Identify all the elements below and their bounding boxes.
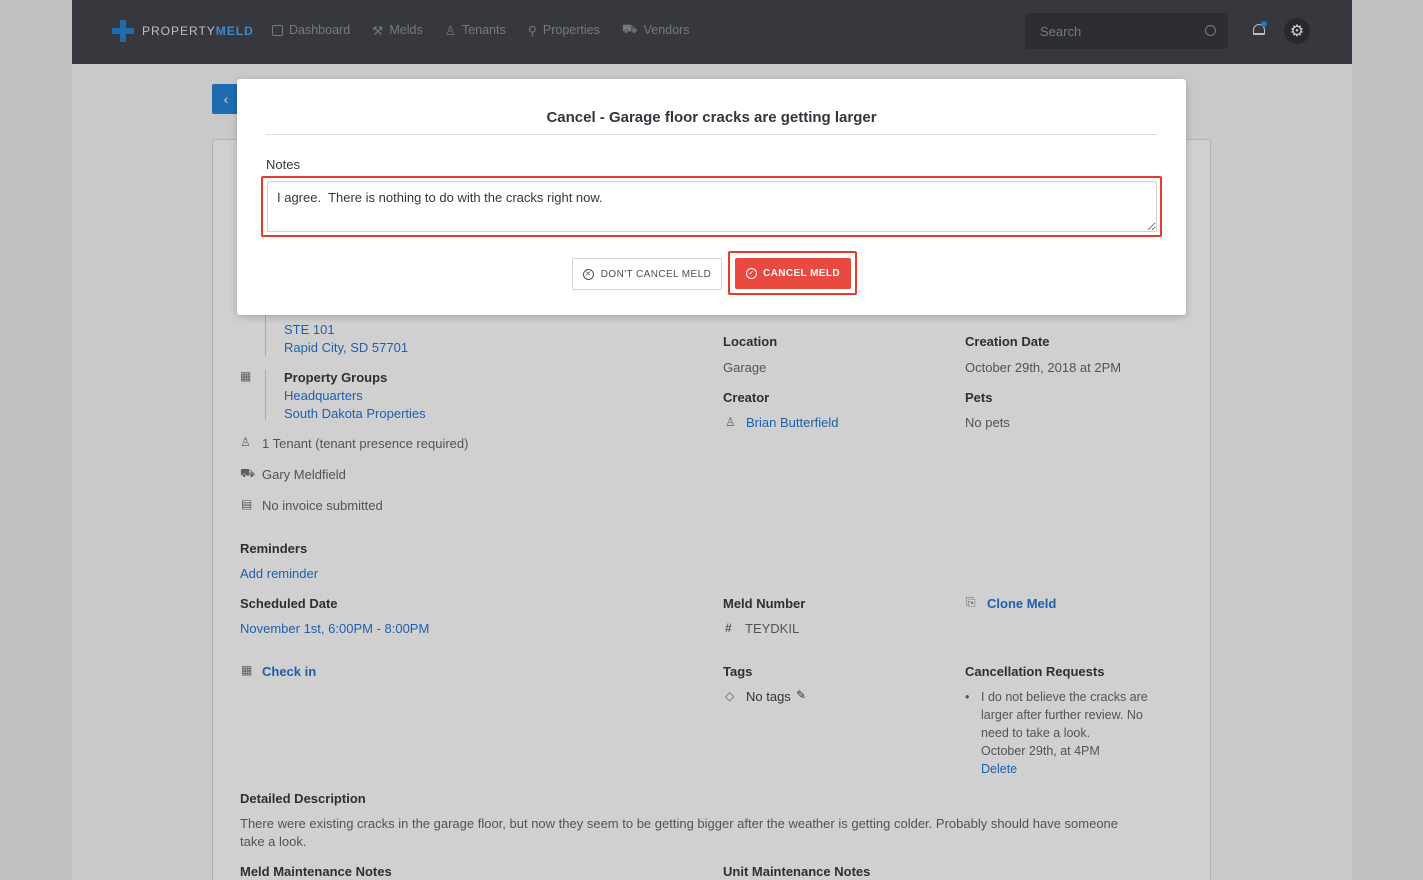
truck-icon: ⛟ — [240, 466, 256, 480]
address-city[interactable]: Rapid City, SD 57701 — [284, 340, 408, 355]
cancel-meld-modal: Cancel - Garage floor cracks are getting… — [237, 79, 1186, 315]
search-icon[interactable] — [1205, 25, 1216, 36]
cancel-request-line-3: need to take a look. — [981, 726, 1091, 740]
logo[interactable]: PROPERTYMELD — [112, 20, 254, 42]
tenant-text[interactable]: 1 Tenant (tenant presence required) — [262, 436, 468, 451]
vendor-text[interactable]: Gary Meldfield — [262, 467, 346, 482]
cancel-request-line-2: larger after further review. No — [981, 708, 1143, 722]
tags-label: Tags — [723, 664, 753, 679]
detailed-description-label: Detailed Description — [240, 791, 366, 806]
cancel-request-delete-link[interactable]: Delete — [981, 760, 1017, 778]
address-divider — [265, 310, 266, 356]
pencil-icon[interactable]: ✎ — [796, 688, 806, 702]
tag-icon: ◇ — [725, 689, 735, 703]
creator-link[interactable]: Brian Butterfield — [746, 415, 839, 430]
check-circle-icon: ✓ — [746, 268, 757, 279]
modal-title: Cancel - Garage floor cracks are getting… — [546, 109, 877, 126]
cancellation-requests-label: Cancellation Requests — [965, 664, 1105, 679]
location-value: Garage — [723, 360, 767, 375]
unit-maintenance-notes-label: Unit Maintenance Notes — [723, 864, 871, 879]
truck-icon: ⛟ — [621, 22, 638, 36]
user-icon: ♙ — [240, 435, 251, 449]
meld-number-label: Meld Number — [723, 596, 806, 611]
creation-date-label: Creation Date — [965, 334, 1050, 349]
tools-icon: ⚒ — [372, 23, 384, 38]
pets-value: No pets — [965, 415, 1010, 430]
calendar-icon: ▦ — [241, 663, 253, 677]
clone-icon: ⎘ — [966, 595, 976, 609]
notification-dot — [1261, 21, 1267, 27]
bullet: • — [965, 690, 970, 704]
creator-label: Creator — [723, 390, 770, 405]
notification-bell-icon[interactable] — [1252, 21, 1267, 38]
settings-gear-icon[interactable]: ⚙ — [1284, 18, 1310, 44]
search-box — [1025, 13, 1228, 49]
main-nav: Dashboard ⚒ Melds ♙ Tenants ⚲ Properties ⛟ V… — [272, 22, 689, 38]
nav-melds[interactable]: ⚒ Melds — [372, 22, 423, 38]
invoice-icon: ▤ — [241, 497, 253, 511]
address-line-2[interactable]: STE 101 — [284, 322, 335, 337]
meld-maintenance-notes-label: Meld Maintenance Notes — [240, 864, 392, 879]
user-icon: ♙ — [725, 415, 736, 429]
notes-textarea[interactable]: I agree. There is nothing to do with the… — [267, 181, 1157, 232]
add-reminder-link[interactable]: Add reminder — [240, 566, 318, 581]
scheduled-date-label: Scheduled Date — [240, 596, 338, 611]
x-circle-icon: ✕ — [582, 268, 594, 280]
meld-number-value: TEYDKIL — [745, 621, 800, 636]
cancel-meld-button[interactable]: ✓ CANCEL MELD — [735, 258, 851, 289]
logo-icon — [112, 20, 134, 42]
dashboard-icon — [272, 24, 283, 36]
property-group-link[interactable]: Headquarters — [284, 388, 363, 403]
creation-date-value: October 29th, 2018 at 2PM — [965, 360, 1122, 375]
property-groups-label: Property Groups — [284, 370, 388, 385]
property-group-link[interactable]: South Dakota Properties — [284, 406, 426, 421]
detailed-description-line-1: There were existing cracks in the garage… — [240, 816, 1119, 831]
cancel-request-line-1: I do not believe the cracks are — [981, 690, 1148, 704]
building-icon: ▦ — [240, 369, 252, 383]
top-navbar: PROPERTYMELD Dashboard ⚒ Melds ♙ Tenants ⚲… — [72, 0, 1352, 64]
nav-tenants[interactable]: ♙ Tenants — [445, 22, 506, 38]
nav-vendors[interactable]: ⛟ Vendors — [622, 22, 690, 38]
detailed-description-line-2: take a look. — [240, 834, 307, 849]
logo-text: PROPERTYMELD — [142, 24, 254, 38]
check-in-link[interactable]: Check in — [262, 664, 316, 679]
clone-meld-link[interactable]: Clone Meld — [987, 596, 1056, 611]
modal-divider — [266, 134, 1157, 135]
tags-value: No tags — [746, 689, 791, 704]
nav-properties[interactable]: ⚲ Properties — [528, 22, 600, 38]
user-icon: ♙ — [444, 23, 456, 38]
invoice-text: No invoice submitted — [262, 498, 383, 513]
notes-label: Notes — [266, 157, 300, 172]
scheduled-date-link[interactable]: November 1st, 6:00PM - 8:00PM — [240, 621, 429, 636]
hash-icon: # — [725, 621, 732, 635]
groups-divider — [265, 370, 266, 420]
pets-label: Pets — [965, 390, 993, 405]
search-input[interactable] — [1025, 13, 1228, 49]
dont-cancel-meld-button[interactable]: ✕ DON'T CANCEL MELD — [572, 258, 722, 290]
reminders-label: Reminders — [240, 541, 308, 556]
nav-dashboard[interactable]: Dashboard — [272, 22, 350, 38]
back-button[interactable]: ‹ — [212, 84, 240, 114]
cancel-request-date: October 29th, at 4PM — [981, 744, 1100, 758]
pin-icon: ⚲ — [527, 23, 537, 38]
location-label: Location — [723, 334, 778, 349]
